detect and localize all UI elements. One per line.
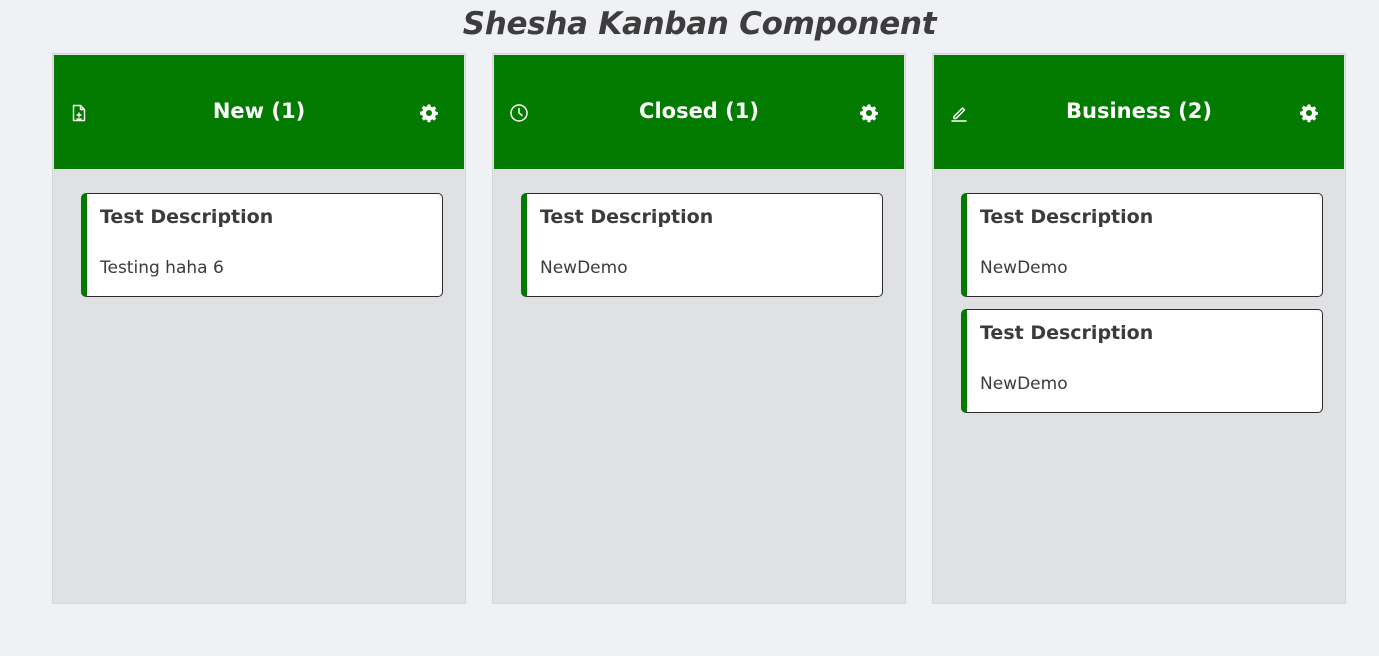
- card-title: Test Description: [540, 206, 714, 228]
- gear-icon[interactable]: [1299, 103, 1319, 123]
- gear-icon[interactable]: [419, 103, 439, 123]
- column-header: New (1): [54, 55, 464, 169]
- kanban-board: Shesha Kanban Component New (1) Test Des…: [0, 0, 1379, 656]
- column-title: Business (2): [1066, 99, 1212, 123]
- card-description: Testing haha 6: [100, 258, 224, 278]
- kanban-column-business: Business (2) Test Description NewDemo Te…: [932, 53, 1346, 604]
- kanban-column-new: New (1) Test Description Testing haha 6: [52, 53, 466, 604]
- card-description: NewDemo: [980, 258, 1068, 278]
- page-title: Shesha Kanban Component: [462, 6, 937, 42]
- column-header: Business (2): [934, 55, 1344, 169]
- card-list: Test Description NewDemo Test Descriptio…: [961, 193, 1323, 425]
- card-title: Test Description: [980, 206, 1154, 228]
- card-title: Test Description: [100, 206, 274, 228]
- kanban-card[interactable]: Test Description NewDemo: [521, 193, 883, 297]
- kanban-column-closed: Closed (1) Test Description NewDemo: [492, 53, 906, 604]
- kanban-card[interactable]: Test Description Testing haha 6: [81, 193, 443, 297]
- kanban-card[interactable]: Test Description NewDemo: [961, 193, 1323, 297]
- card-description: NewDemo: [980, 374, 1068, 394]
- column-title: Closed (1): [639, 99, 759, 123]
- column-header: Closed (1): [494, 55, 904, 169]
- card-list: Test Description Testing haha 6: [81, 193, 443, 309]
- card-description: NewDemo: [540, 258, 628, 278]
- kanban-card[interactable]: Test Description NewDemo: [961, 309, 1323, 413]
- card-title: Test Description: [980, 322, 1154, 344]
- gear-icon[interactable]: [859, 103, 879, 123]
- column-title: New (1): [212, 99, 306, 123]
- card-list: Test Description NewDemo: [521, 193, 883, 309]
